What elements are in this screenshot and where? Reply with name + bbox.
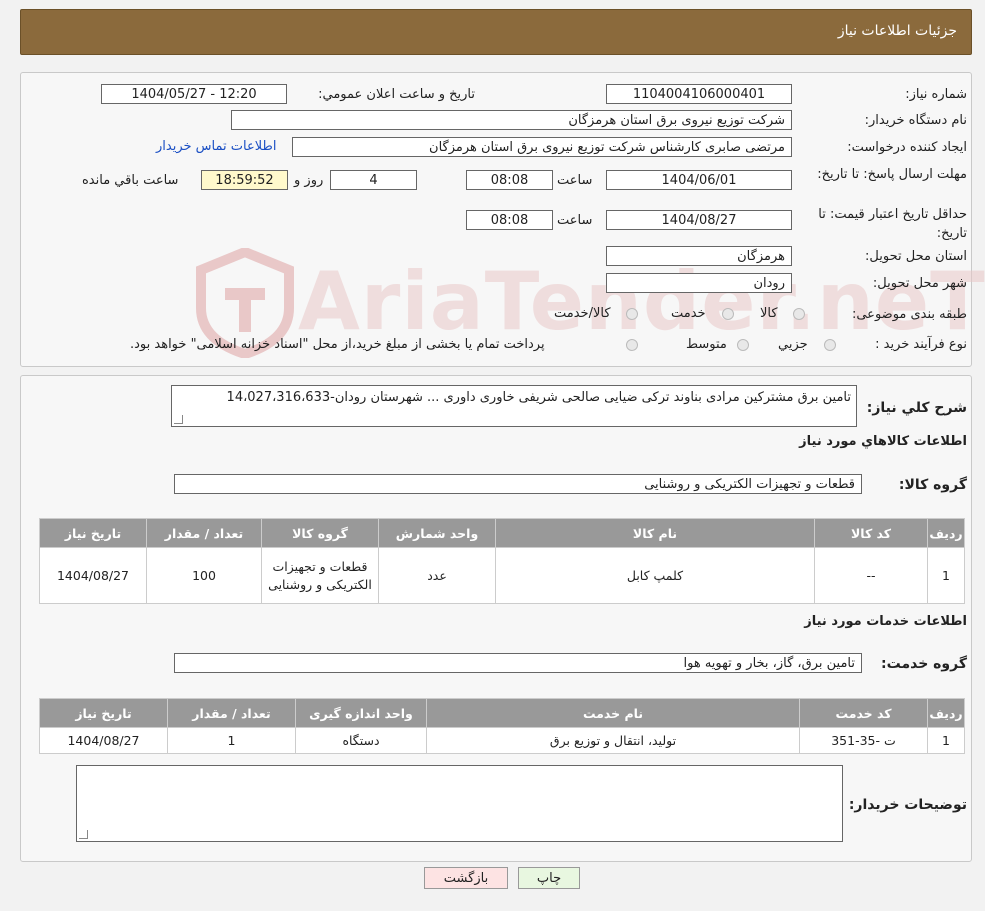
goods-cell-group: قطعات و تجهیزات الکتریکی و روشنایی bbox=[261, 547, 379, 604]
process-label: نوع فرآیند خرید : bbox=[875, 337, 967, 352]
goods-cell-code: -- bbox=[814, 547, 928, 604]
back-button[interactable]: بازگشت bbox=[424, 867, 508, 889]
services-col-date: تاریخ نیاز bbox=[39, 698, 168, 728]
services-col-qty: تعداد / مقدار bbox=[167, 698, 296, 728]
goods-table-header: ردیف کد کالا نام کالا واحد شمارش گروه کا… bbox=[39, 518, 965, 548]
process-radio-minor[interactable] bbox=[824, 339, 836, 351]
process-option-minor: جزیي bbox=[778, 337, 808, 352]
need-number-label: شماره نیاز: bbox=[905, 87, 967, 102]
goods-col-unit: واحد شمارش bbox=[378, 518, 496, 548]
buyer-notes-text bbox=[77, 766, 842, 772]
services-cell-date: 1404/08/27 bbox=[39, 727, 168, 754]
city-field: رودان bbox=[606, 273, 792, 293]
services-cell-code: ت -35-351 bbox=[799, 727, 928, 754]
deadline-date-field: 1404/06/01 bbox=[606, 170, 792, 190]
goods-cell-row: 1 bbox=[927, 547, 965, 604]
goods-group-field: قطعات و تجهیزات الکتریکی و روشنایی bbox=[174, 474, 862, 494]
deadline-hour-label: ساعت bbox=[557, 173, 593, 188]
process-radio-treasury[interactable] bbox=[626, 339, 638, 351]
table-row: 1 ت -35-351 تولید، انتقال و توزیع برق دس… bbox=[39, 727, 965, 754]
goods-group-label: گروه کالا: bbox=[898, 477, 967, 493]
services-col-row: ردیف bbox=[927, 698, 965, 728]
goods-col-name: نام کالا bbox=[495, 518, 815, 548]
services-table: ردیف کد خدمت نام خدمت واحد اندازه گیری ت… bbox=[39, 698, 965, 754]
watermark-text: AriaTender.neT bbox=[298, 255, 985, 348]
services-group-label: گروه خدمت: bbox=[881, 656, 967, 672]
buyer-contact-link[interactable]: اطلاعات تماس خریدار bbox=[156, 139, 276, 154]
goods-col-group: گروه کالا bbox=[261, 518, 379, 548]
process-note: پرداخت تمام یا بخشی از مبلغ خرید،از محل … bbox=[130, 337, 545, 352]
category-option-goods-service: کالا/خدمت bbox=[554, 306, 611, 321]
remaining-label: ساعت باقي مانده bbox=[82, 173, 179, 188]
goods-section-title: اطلاعات کالاهاي مورد نیاز bbox=[799, 434, 967, 449]
category-label: طبقه بندی موضوعی: bbox=[851, 307, 967, 322]
days-label: روز و bbox=[294, 173, 324, 188]
category-option-goods: کالا bbox=[760, 306, 778, 321]
deadline-label: مهلت ارسال پاسخ: تا تاریخ: bbox=[817, 167, 967, 182]
remaining-time-field: 18:59:52 bbox=[201, 170, 288, 190]
goods-table: ردیف کد کالا نام کالا واحد شمارش گروه کا… bbox=[39, 518, 965, 604]
services-cell-name: تولید، انتقال و توزیع برق bbox=[426, 727, 800, 754]
buyer-notes-textarea[interactable] bbox=[76, 765, 843, 842]
goods-cell-date: 1404/08/27 bbox=[39, 547, 147, 604]
resize-handle-icon[interactable] bbox=[79, 830, 88, 839]
goods-cell-name: کلمپ کابل bbox=[495, 547, 815, 604]
summary-label: شرح کلي نیاز: bbox=[866, 400, 967, 416]
summary-textarea[interactable]: تامین برق مشترکین مرادی بناوند ترکی ضیای… bbox=[171, 385, 857, 427]
page-header: جزئیات اطلاعات نیاز bbox=[20, 9, 972, 55]
services-col-name: نام خدمت bbox=[426, 698, 800, 728]
goods-cell-qty: 100 bbox=[146, 547, 262, 604]
services-col-code: کد خدمت bbox=[799, 698, 928, 728]
validity-label: حداقل تاریخ اعتبار قیمت: تا تاریخ: bbox=[818, 207, 967, 241]
process-radio-medium[interactable] bbox=[737, 339, 749, 351]
city-label: شهر محل تحویل: bbox=[872, 276, 967, 291]
goods-cell-unit: عدد bbox=[378, 547, 496, 604]
services-cell-qty: 1 bbox=[167, 727, 296, 754]
province-field: هرمزگان bbox=[606, 246, 792, 266]
buyer-label: نام دستگاه خریدار: bbox=[864, 113, 967, 128]
goods-col-date: تاریخ نیاز bbox=[39, 518, 147, 548]
province-label: استان محل تحویل: bbox=[865, 249, 967, 264]
need-number-field: 1104004106000401 bbox=[606, 84, 792, 104]
buyer-field: شرکت توزیع نیروی برق استان هرمزگان bbox=[231, 110, 792, 130]
resize-handle-icon[interactable] bbox=[174, 415, 183, 424]
table-row: 1 -- کلمپ کابل عدد قطعات و تجهیزات الکتر… bbox=[39, 547, 965, 604]
days-field: 4 bbox=[330, 170, 417, 190]
validity-hour-label: ساعت bbox=[557, 213, 593, 228]
buyer-notes-label: توضیحات خریدار: bbox=[848, 797, 967, 813]
validity-date-field: 1404/08/27 bbox=[606, 210, 792, 230]
goods-col-row: ردیف bbox=[927, 518, 965, 548]
goods-col-code: کد کالا bbox=[814, 518, 928, 548]
summary-text: تامین برق مشترکین مرادی بناوند ترکی ضیای… bbox=[226, 390, 851, 405]
services-cell-unit: دستگاه bbox=[295, 727, 427, 754]
print-button[interactable]: چاپ bbox=[518, 867, 580, 889]
announce-label: تاریخ و ساعت اعلان عمومي: bbox=[318, 87, 475, 102]
services-table-header: ردیف کد خدمت نام خدمت واحد اندازه گیری ت… bbox=[39, 698, 965, 728]
validity-time-field: 08:08 bbox=[466, 210, 553, 230]
category-radio-goods[interactable] bbox=[793, 308, 805, 320]
goods-col-qty: تعداد / مقدار bbox=[146, 518, 262, 548]
deadline-time-field: 08:08 bbox=[466, 170, 553, 190]
services-cell-row: 1 bbox=[927, 727, 965, 754]
process-option-medium: متوسط bbox=[686, 337, 727, 352]
category-option-service: خدمت bbox=[671, 306, 706, 321]
services-section-title: اطلاعات خدمات مورد نیاز bbox=[804, 614, 967, 629]
announce-field: 1404/05/27 - 12:20 bbox=[101, 84, 287, 104]
page-title: جزئیات اطلاعات نیاز bbox=[837, 23, 957, 39]
services-col-unit: واحد اندازه گیری bbox=[295, 698, 427, 728]
category-radio-goods-service[interactable] bbox=[626, 308, 638, 320]
creator-label: ایجاد کننده درخواست: bbox=[847, 140, 967, 155]
creator-field: مرتضی صابری کارشناس شرکت توزیع نیروی برق… bbox=[292, 137, 792, 157]
services-group-field: تامین برق، گاز، بخار و تهویه هوا bbox=[174, 653, 862, 673]
category-radio-service[interactable] bbox=[722, 308, 734, 320]
